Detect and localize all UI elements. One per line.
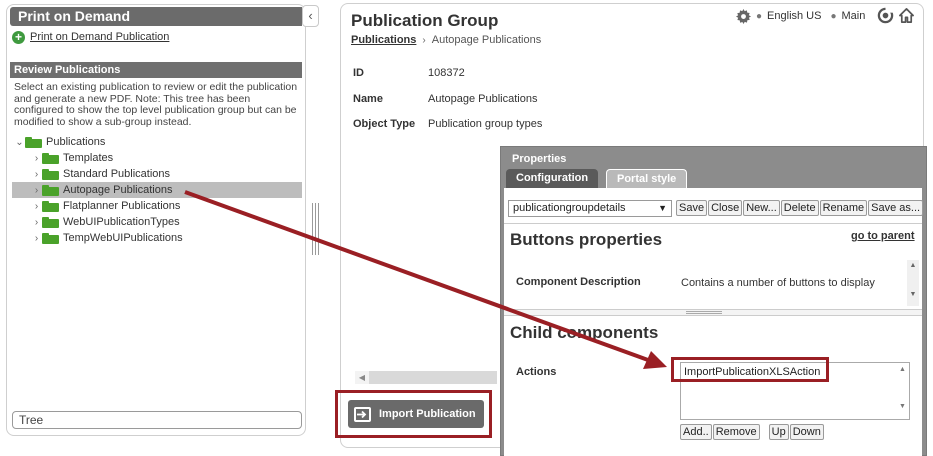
chevron-right-icon[interactable]: › [31,153,42,164]
folder-icon [42,168,59,180]
tree-node-publications[interactable]: ⌄ Publications [14,134,105,150]
actions-label: Actions [516,366,557,378]
divider [504,223,922,224]
chevron-right-icon[interactable]: › [31,201,42,212]
scroll-left-icon[interactable]: ◀ [355,371,369,384]
name-value: Autopage Publications [428,93,538,105]
separator-dot: ● [756,10,763,22]
refresh-icon[interactable] [877,7,894,27]
folder-icon [42,200,59,212]
tree-node-label: Standard Publications [63,168,171,180]
tree-node-label: Publications [46,136,106,148]
import-icon [354,406,371,422]
buttons-properties-heading: Buttons properties [510,230,663,249]
name-label: Name [353,93,383,105]
component-select[interactable]: publicationgroupdetails ▼ [508,199,672,217]
tree-node-label: Autopage Publications [63,184,173,196]
top-bar: ● English US ● Main [736,8,865,24]
chevron-right-icon[interactable]: › [31,233,42,244]
gear-icon[interactable] [736,8,751,24]
actions-list-scrollbar[interactable]: ▲ ▼ [897,364,908,418]
save-as-button[interactable]: Save as... [868,200,924,216]
rename-button[interactable]: Rename [819,200,868,216]
down-button[interactable]: Down [789,424,824,440]
folder-icon [42,232,59,244]
chevron-right-icon[interactable]: › [31,185,42,196]
component-description-value: Contains a number of buttons to display [681,277,875,289]
tree-node-standard-publications[interactable]: › Standard Publications [31,166,170,182]
import-publication-label: Import Publication [379,408,476,420]
folder-icon [42,184,59,196]
component-select-value: publicationgroupdetails [513,201,626,214]
review-description: Select an existing publication to review… [14,81,298,128]
tree-footer-tab[interactable]: Tree [12,411,302,429]
tree-node-autopage-publications[interactable]: › Autopage Publications [31,182,173,198]
up-button[interactable]: Up [768,424,789,440]
chevron-down-icon[interactable]: ⌄ [14,137,25,148]
tab-configuration[interactable]: Configuration [506,169,599,189]
properties-toolbar: publicationgroupdetails ▼ Save Close New… [508,199,924,217]
chevron-right-icon: › [422,34,426,46]
tree-node-tempwebuipublications[interactable]: › TempWebUIPublications [31,230,183,246]
tab-portal-style[interactable]: Portal style [606,169,688,189]
review-publications-header: Review Publications [10,62,302,78]
tree-node-flatplanner-publications[interactable]: › Flatplanner Publications [31,198,181,214]
delete-button[interactable]: Delete [780,200,819,216]
go-to-parent-link[interactable]: go to parent [851,230,915,242]
folder-icon [25,136,42,148]
dropdown-arrow-icon: ▼ [658,202,667,213]
add-button[interactable]: Add.. [680,424,712,440]
tree-node-label: Templates [63,152,114,164]
print-on-demand-link[interactable]: + Print on Demand Publication [12,29,169,45]
save-button[interactable]: Save [676,200,708,216]
panel-title: Print on Demand [10,7,302,26]
tree-node-label: Flatplanner Publications [63,200,181,212]
breadcrumb-current: Autopage Publications [431,34,542,46]
panel-splitter[interactable] [312,203,319,255]
object-type-label: Object Type [353,118,416,130]
annotation-highlight-box [671,357,829,382]
print-on-demand-link-label: Print on Demand Publication [30,31,170,43]
chevron-left-icon: ‹ [308,8,313,23]
id-value: 108372 [428,67,465,79]
remove-button[interactable]: Remove [712,424,760,440]
home-icon[interactable] [898,7,915,27]
tree-node-label: TempWebUIPublications [63,232,183,244]
header-icons [877,7,915,27]
folder-icon [42,216,59,228]
context-selector[interactable]: Main [842,10,866,22]
component-description-label: Component Description [516,276,641,288]
folder-icon [42,152,59,164]
object-type-value: Publication group types [428,118,543,130]
child-components-heading: Child components [510,323,659,342]
horizontal-scrollbar[interactable] [355,371,497,384]
id-label: ID [353,67,364,79]
page-title: Publication Group [351,11,499,30]
language-selector[interactable]: English US [767,10,821,22]
vertical-scrollbar[interactable]: ▲ ▼ [907,260,919,306]
tree-node-webuipublicationtypes[interactable]: › WebUIPublicationTypes [31,214,180,230]
separator-dot: ● [830,10,837,22]
breadcrumb: Publications › Autopage Publications [351,34,541,46]
import-publication-button[interactable]: Import Publication [348,400,484,428]
plus-icon: + [12,30,25,44]
chevron-right-icon[interactable]: › [31,169,42,180]
new-button[interactable]: New... [743,200,780,216]
tree-node-label: WebUIPublicationTypes [63,216,180,228]
properties-title: Properties [512,153,567,165]
chevron-right-icon[interactable]: › [31,217,42,228]
tree-node-templates[interactable]: › Templates [31,150,113,166]
breadcrumb-publications-link[interactable]: Publications [351,34,416,46]
actions-list-buttons: Add.. Remove Up Down [680,424,824,440]
splitter-grip[interactable] [686,311,722,314]
collapse-panel-button[interactable]: ‹ [302,5,319,27]
close-button[interactable]: Close [708,200,743,216]
